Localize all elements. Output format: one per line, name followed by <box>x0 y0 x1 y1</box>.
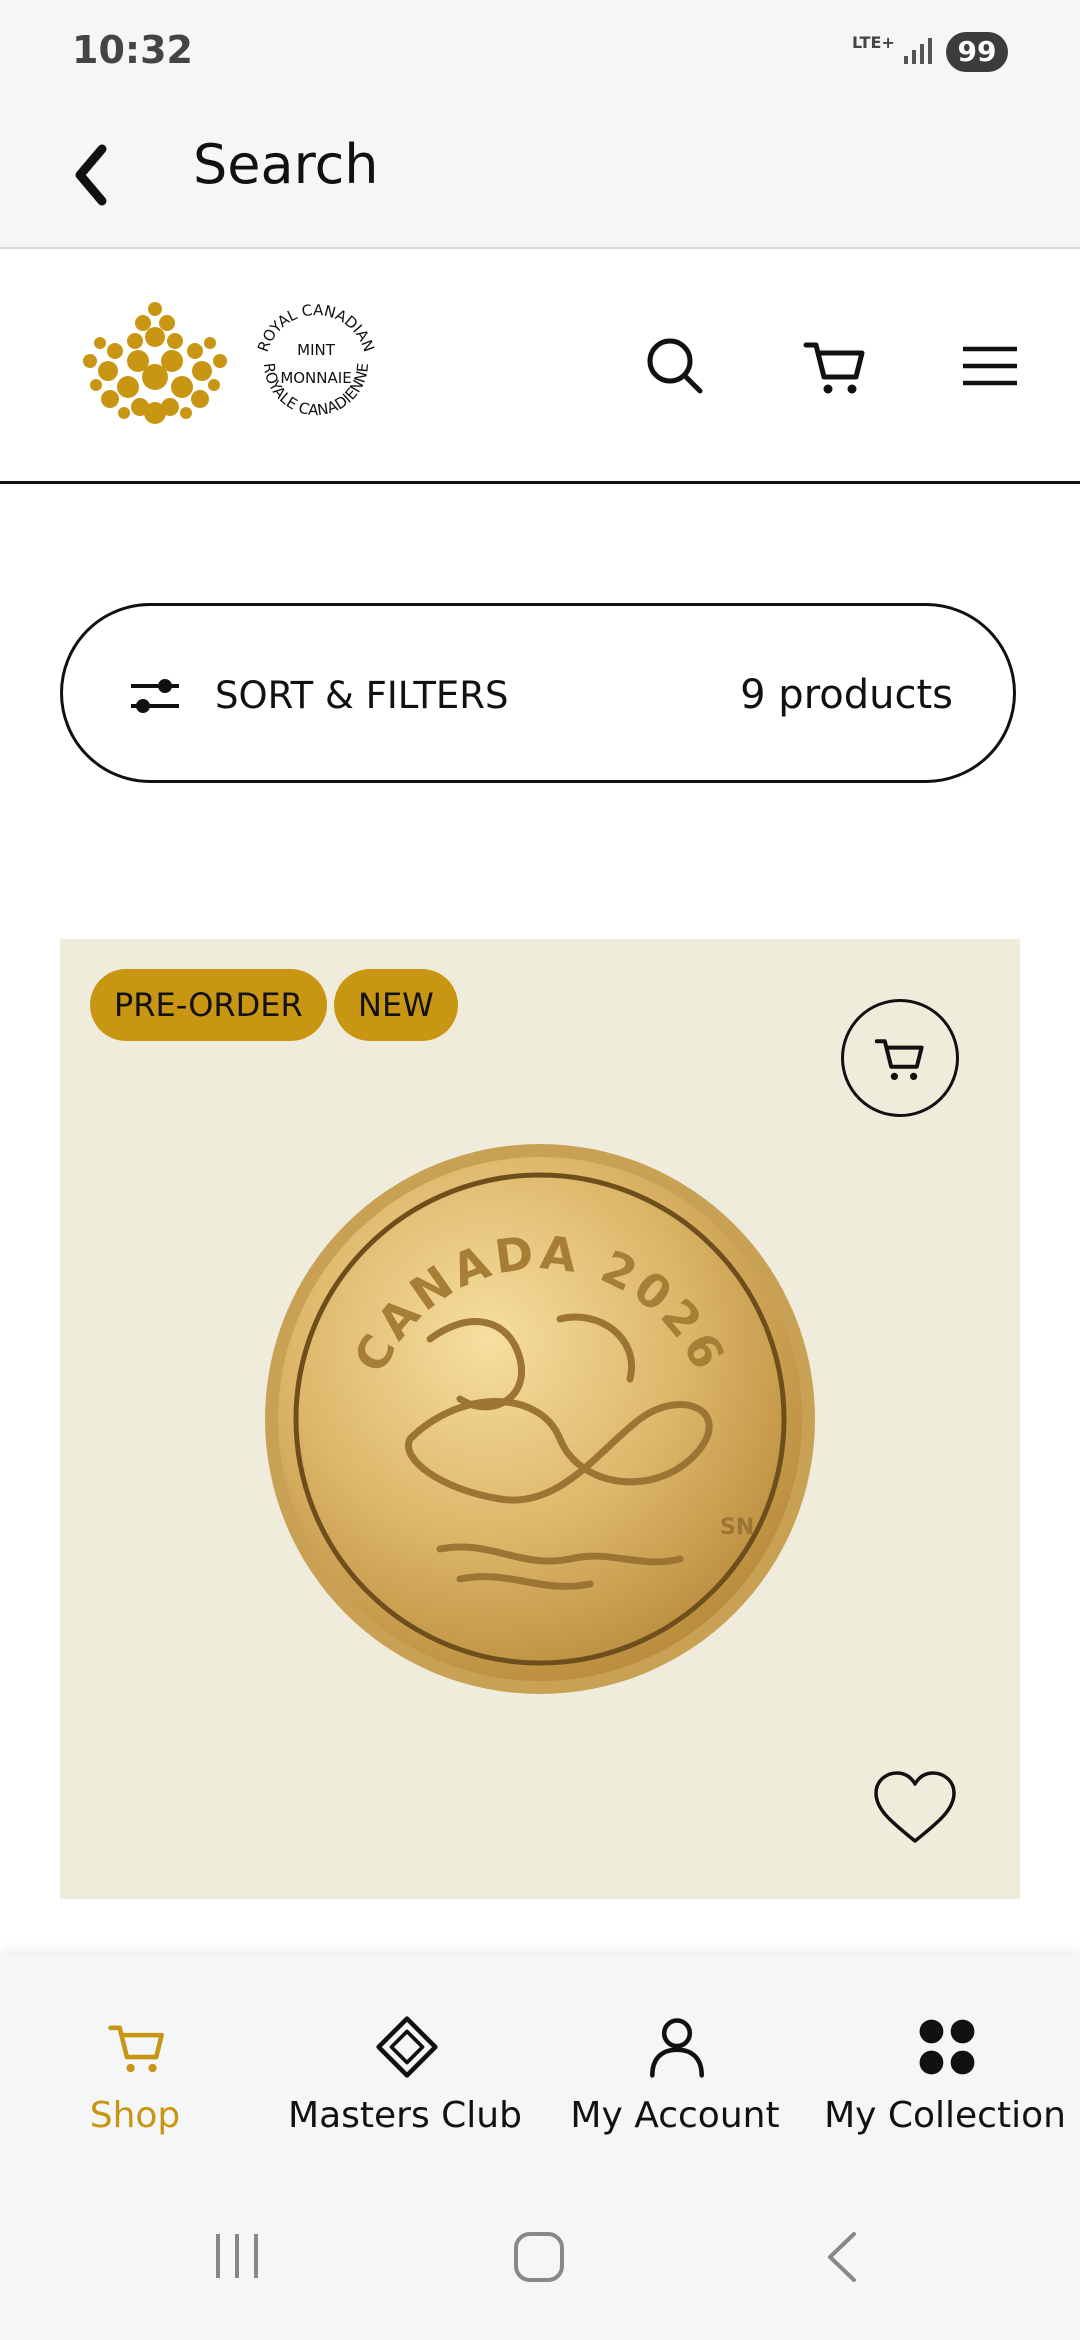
nav-my-collection[interactable]: My Collection <box>810 1955 1080 2170</box>
nav-my-account[interactable]: My Account <box>540 1955 810 2170</box>
sliders-icon <box>131 679 179 713</box>
back-nav-icon[interactable] <box>822 2230 862 2284</box>
diamond-icon <box>376 2016 438 2078</box>
status-bar: 10:32 LTE+ 99 <box>0 0 1080 105</box>
logo-monnaie: MONNAIE <box>280 369 351 387</box>
sort-filters-label: SORT & FILTERS <box>215 674 509 717</box>
bottom-nav: Shop Masters Club My Account My Collecti… <box>0 1955 1080 2170</box>
signal-icon <box>904 38 932 64</box>
nav-masters-club-label: Masters Club <box>288 2095 522 2136</box>
nav-masters-club[interactable]: Masters Club <box>270 1955 540 2170</box>
search-icon[interactable] <box>640 331 710 401</box>
nav-my-collection-label: My Collection <box>824 2095 1066 2136</box>
cart-icon <box>874 1039 924 1080</box>
person-icon <box>650 2018 704 2078</box>
badge-new: NEW <box>334 969 458 1041</box>
battery-indicator: 99 <box>946 32 1008 72</box>
app-bar: Search <box>0 105 1080 249</box>
dots-grid-icon <box>919 2019 975 2075</box>
site-header: ROYAL CANADIAN ROYALE CANADIENNE MINT MO… <box>0 249 1080 484</box>
logo-mint: MINT <box>297 341 336 359</box>
system-nav-bar <box>0 2170 1080 2340</box>
home-icon[interactable] <box>512 2230 566 2284</box>
nav-shop[interactable]: Shop <box>0 1955 270 2170</box>
badge-pre-order: PRE-ORDER <box>90 969 327 1041</box>
coin-image[interactable]: CANADA 2026 SN <box>260 1139 820 1699</box>
status-time: 10:32 <box>72 28 193 72</box>
network-type: LTE+ <box>852 33 895 52</box>
heart-icon[interactable] <box>870 1769 960 1849</box>
recent-apps-icon[interactable] <box>210 2230 264 2282</box>
maple-leaf-logo[interactable] <box>80 299 230 429</box>
sort-filters-button[interactable]: SORT & FILTERS 9 products <box>60 603 1016 783</box>
mint-wordmark-logo[interactable]: ROYAL CANADIAN ROYALE CANADIENNE MINT MO… <box>250 299 382 429</box>
menu-icon[interactable] <box>955 331 1025 401</box>
add-to-cart-button[interactable] <box>841 999 959 1117</box>
cart-icon[interactable] <box>800 331 870 401</box>
nav-my-account-label: My Account <box>570 2095 780 2136</box>
product-card[interactable]: PRE-ORDER NEW CANADA 2026 SN <box>60 939 1020 1899</box>
nav-shop-label: Shop <box>89 2095 181 2136</box>
page-title: Search <box>193 133 379 196</box>
product-count: 9 products <box>740 672 953 718</box>
coin-initials: SN <box>720 1515 754 1540</box>
back-icon[interactable] <box>60 135 120 215</box>
cart-icon <box>108 2025 164 2073</box>
